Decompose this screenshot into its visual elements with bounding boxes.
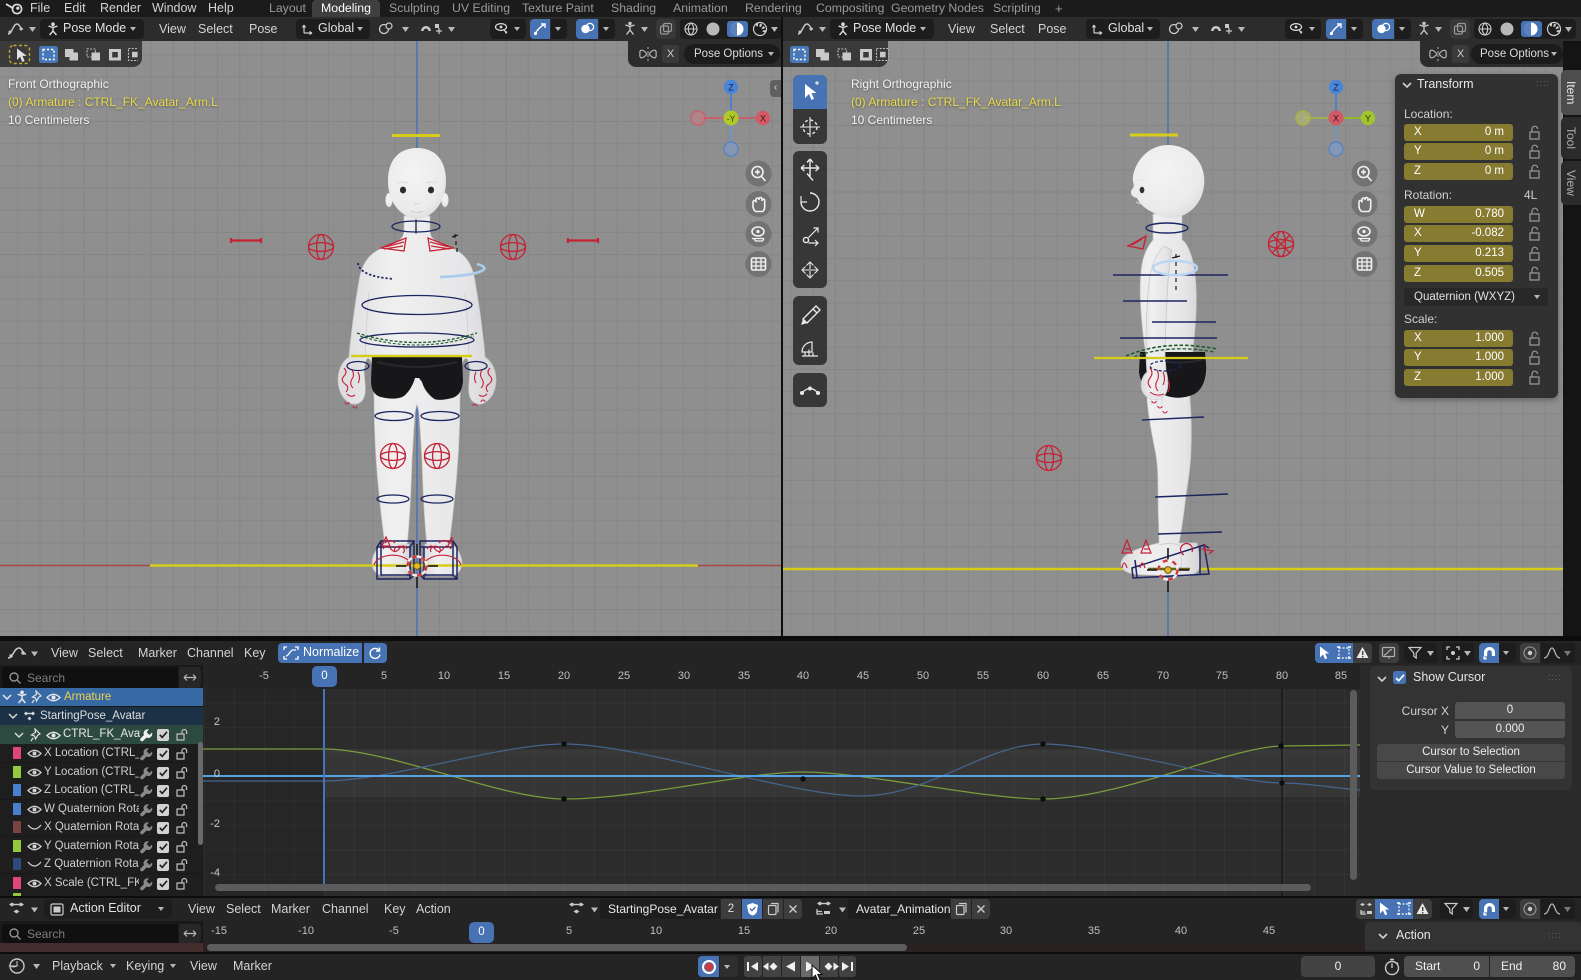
svg-text:X: X (760, 114, 766, 124)
svg-text:Y: Y (1365, 114, 1371, 124)
svg-text:X: X (1333, 114, 1339, 124)
svg-text:-Y: -Y (727, 114, 736, 124)
svg-text:Z: Z (1333, 83, 1339, 93)
svg-text:Z: Z (728, 83, 734, 93)
